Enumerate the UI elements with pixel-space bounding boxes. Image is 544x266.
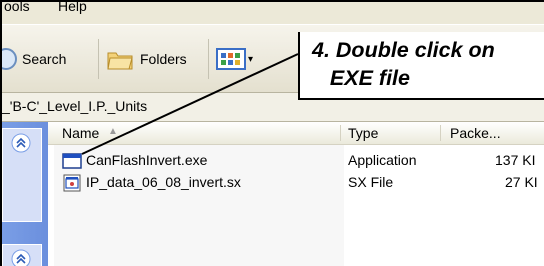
column-divider[interactable] <box>340 125 341 141</box>
task-pane-section <box>2 244 42 266</box>
collapse-icon[interactable] <box>11 249 31 266</box>
column-header-name[interactable]: Name <box>62 125 99 141</box>
menu-item-help[interactable]: Help <box>58 2 87 14</box>
collapse-icon[interactable] <box>11 133 31 153</box>
sx-file-icon <box>63 174 81 192</box>
file-name: IP_data_06_08_invert.sx <box>86 174 241 190</box>
file-list: Name ▲ Type Packe... CanFlashInvert.exe … <box>48 122 544 266</box>
task-pane <box>2 122 48 266</box>
sort-ascending-icon: ▲ <box>108 126 118 137</box>
views-button[interactable]: ▾ <box>216 40 253 78</box>
chevron-down-icon: ▾ <box>248 53 254 65</box>
toolbar-separator <box>208 39 209 79</box>
search-button[interactable]: Search <box>2 40 67 78</box>
folders-label: Folders <box>140 51 187 67</box>
address-path: _'B-C'_Level_I.P._Units <box>2 98 148 114</box>
folders-icon <box>107 52 133 70</box>
views-icon <box>216 48 246 70</box>
file-type: Application <box>348 152 417 168</box>
file-size: 27 KI <box>505 174 538 190</box>
callout-text: 4. Double click on EXE file <box>312 38 495 90</box>
file-type: SX File <box>348 174 394 190</box>
file-name: CanFlashInvert.exe <box>86 152 208 168</box>
folders-button[interactable]: Folders <box>106 40 187 78</box>
search-icon <box>2 48 17 70</box>
toolbar-separator <box>98 39 99 79</box>
column-header-type[interactable]: Type <box>348 125 378 141</box>
menu-bar: ools Help <box>2 2 544 25</box>
menu-item-tools[interactable]: ools <box>4 2 30 14</box>
file-size: 137 KI <box>495 152 536 168</box>
list-item[interactable]: IP_data_06_08_invert.sx SX File 27 KI <box>48 172 544 194</box>
explorer-window: ools Help Search Folders ▾ _'B-C'_Level_… <box>0 0 544 266</box>
column-header-row: Name ▲ Type Packe... <box>48 122 544 145</box>
instruction-callout: 4. Double click on EXE file <box>298 32 544 100</box>
task-pane-section <box>2 128 42 222</box>
search-label: Search <box>22 51 67 67</box>
column-divider[interactable] <box>440 125 441 141</box>
column-header-size[interactable]: Packe... <box>450 125 501 141</box>
list-item[interactable]: CanFlashInvert.exe Application 137 KI <box>48 150 544 172</box>
application-icon <box>62 153 82 169</box>
